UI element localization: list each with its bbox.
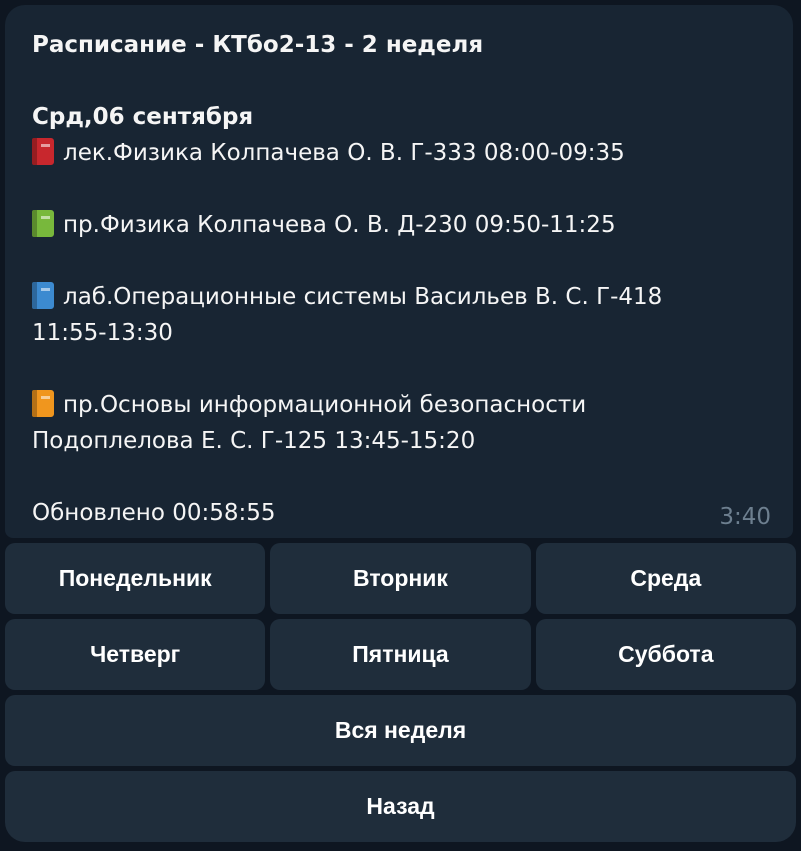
message-text: Расписание - КТбо2-13 - 2 неделя Срд,06 … <box>32 27 772 531</box>
message-time: 3:40 <box>719 504 771 530</box>
saturday-button[interactable]: Суббота <box>535 619 796 690</box>
lesson-item: лек.Физика Колпачева О. В. Г-333 08:00-0… <box>32 135 772 171</box>
whole-week-button[interactable]: Вся неделя <box>5 695 796 766</box>
lesson-item: лаб.Операционные системы Васильев В. С. … <box>32 282 663 346</box>
orange-book-icon <box>32 390 54 417</box>
wednesday-button[interactable]: Среда <box>535 543 796 614</box>
chat-view: Расписание - КТбо2-13 - 2 неделя Срд,06 … <box>0 0 801 851</box>
green-book-icon <box>32 210 54 237</box>
day-heading: Срд,06 сентября <box>32 104 254 130</box>
inline-keyboard: Понедельник Вторник Среда Четверг Пятниц… <box>5 543 796 847</box>
friday-button[interactable]: Пятница <box>270 619 531 690</box>
red-book-icon <box>32 138 54 165</box>
updated-text: Обновлено 00:58:55 <box>32 500 276 526</box>
tuesday-button[interactable]: Вторник <box>270 543 531 614</box>
back-button[interactable]: Назад <box>5 771 796 842</box>
monday-button[interactable]: Понедельник <box>5 543 266 614</box>
lesson-item: пр.Физика Колпачева О. В. Д-230 09:50-11… <box>32 207 772 243</box>
blue-book-icon <box>32 282 54 309</box>
lesson-item: пр.Основы информационной безопасности По… <box>32 390 587 454</box>
schedule-title: Расписание - КТбо2-13 - 2 неделя <box>32 32 484 58</box>
thursday-button[interactable]: Четверг <box>5 619 266 690</box>
message-bubble: Расписание - КТбо2-13 - 2 неделя Срд,06 … <box>5 5 793 538</box>
